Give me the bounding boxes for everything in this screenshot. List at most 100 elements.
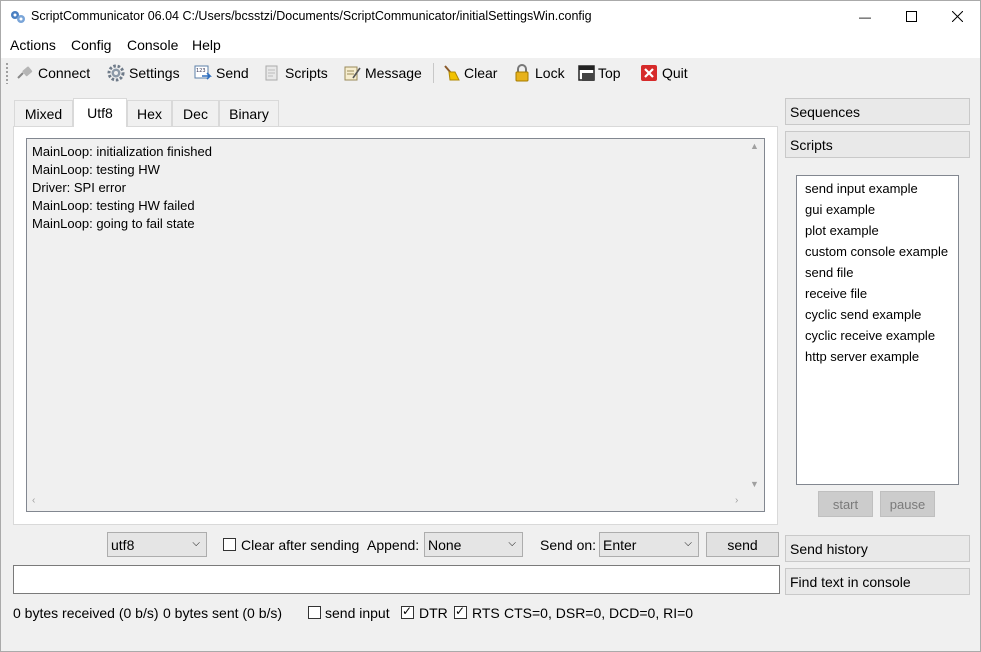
menu-bar: Actions Config Console Help [1,32,980,58]
console-line: Driver: SPI error [32,180,126,195]
clear-after-sending-label: Clear after sending [241,537,360,553]
settings-button[interactable]: Settings [107,61,180,85]
format-select[interactable]: utf8 ⌵ [107,532,207,557]
send-history-button[interactable]: Send history [785,535,970,562]
scripts-icon [265,65,278,81]
connect-button[interactable]: Connect [16,61,90,85]
close-icon [951,11,963,22]
broom-icon [444,65,460,81]
scroll-down-icon[interactable]: ▼ [750,479,759,489]
send-icon: 123 [194,65,212,80]
console-line: MainLoop: going to fail state [32,216,195,231]
tab-hex[interactable]: Hex [127,100,172,126]
append-select[interactable]: None ⌵ [424,532,523,557]
app-gears-icon [11,11,25,23]
start-button[interactable]: start [818,491,873,517]
scroll-right-icon[interactable]: › [735,495,738,506]
console-output[interactable]: MainLoop: initialization finished MainLo… [26,138,765,512]
window-title: ScriptCommunicator 06.04 C:/Users/bcsstz… [31,9,592,23]
bytes-received-status: 0 bytes received (0 b/s) [13,605,159,621]
send-input-label: send input [325,605,390,621]
menu-actions[interactable]: Actions [10,37,56,53]
list-item[interactable]: http server example [805,349,919,364]
quit-button[interactable]: Quit [640,61,688,85]
list-item[interactable]: send file [805,265,853,280]
console-line: MainLoop: testing HW failed [32,198,195,213]
minimize-button[interactable]: — [842,1,888,32]
chevron-down-icon: ⌵ [508,538,516,549]
dtr-label: DTR [419,605,448,621]
clear-button[interactable]: Clear [442,61,497,85]
top-button[interactable]: Top [578,61,621,85]
menu-config[interactable]: Config [71,37,111,53]
list-item[interactable]: cyclic send example [805,307,921,322]
tab-binary[interactable]: Binary [219,100,279,126]
lock-label: Lock [535,65,565,81]
window-top-icon [578,65,595,81]
send-button[interactable]: send [706,532,779,557]
svg-text:123: 123 [196,68,206,74]
clear-label: Clear [464,65,498,81]
scripts-label: Scripts [285,65,328,81]
menu-help[interactable]: Help [192,37,221,53]
quit-label: Quit [662,65,688,81]
send-label: Send [216,65,249,81]
list-item[interactable]: custom console example [805,244,948,259]
list-item[interactable]: gui example [805,202,875,217]
lock-icon [515,64,529,82]
close-button[interactable] [934,1,980,32]
connect-label: Connect [38,65,91,81]
chevron-down-icon: ⌵ [684,538,692,549]
bytes-sent-status: 0 bytes sent (0 b/s) [163,605,283,621]
list-item[interactable]: plot example [805,223,879,238]
script-list[interactable]: send input example gui example plot exam… [796,175,959,485]
tab-utf8[interactable]: Utf8 [73,98,127,127]
toolbar: Connect Settings 123 Send Scripts Messag… [1,58,980,88]
send-on-label: Send on: [540,537,597,553]
append-label: Append: [367,537,420,553]
lock-button[interactable]: Lock [513,61,565,85]
chevron-down-icon: ⌵ [192,538,200,549]
rts-label: RTS [472,605,500,621]
dtr-checkbox[interactable] [401,604,414,619]
message-label: Message [365,65,422,81]
message-button[interactable]: Message [343,61,422,85]
list-item[interactable]: receive file [805,286,867,301]
tab-dec[interactable]: Dec [172,100,219,126]
console-line: MainLoop: initialization finished [32,144,212,159]
signal-status: CTS=0, DSR=0, DCD=0, RI=0 [504,605,694,621]
gear-icon [107,64,125,82]
pause-button[interactable]: pause [880,491,935,517]
maximize-button[interactable] [888,1,934,32]
settings-label: Settings [129,65,180,81]
console-line: MainLoop: testing HW [32,162,160,177]
minimize-icon: — [859,9,871,24]
send-on-select-value: Enter [603,536,637,553]
send-input-checkbox[interactable] [308,606,321,619]
send-input[interactable] [13,565,780,594]
connect-plug-icon [17,66,33,79]
toolbar-separator [433,63,434,83]
sequences-button[interactable]: Sequences [785,98,970,125]
rts-checkbox[interactable] [454,604,467,619]
scripts-button[interactable]: Scripts [263,61,328,85]
scroll-left-icon[interactable]: ‹ [32,495,35,506]
scripts-panel-button[interactable]: Scripts [785,131,970,158]
scroll-up-icon[interactable]: ▲ [750,141,759,151]
message-icon [344,66,361,81]
send-on-select[interactable]: Enter ⌵ [599,532,699,557]
main-window: ScriptCommunicator 06.04 C:/Users/bcsstz… [0,0,981,652]
toolbar-grip[interactable] [5,62,9,84]
list-item[interactable]: send input example [805,181,918,196]
top-label: Top [598,65,621,81]
format-select-value: utf8 [111,536,135,553]
clear-after-sending-checkbox[interactable] [223,538,236,551]
title-bar: ScriptCommunicator 06.04 C:/Users/bcsstz… [1,1,980,32]
tab-mixed[interactable]: Mixed [14,100,73,126]
list-item[interactable]: cyclic receive example [805,328,935,343]
menu-console[interactable]: Console [127,37,178,53]
append-select-value: None [428,536,462,553]
send-button-toolbar[interactable]: 123 Send [194,61,249,85]
find-text-button[interactable]: Find text in console [785,568,970,595]
maximize-icon [905,11,917,22]
